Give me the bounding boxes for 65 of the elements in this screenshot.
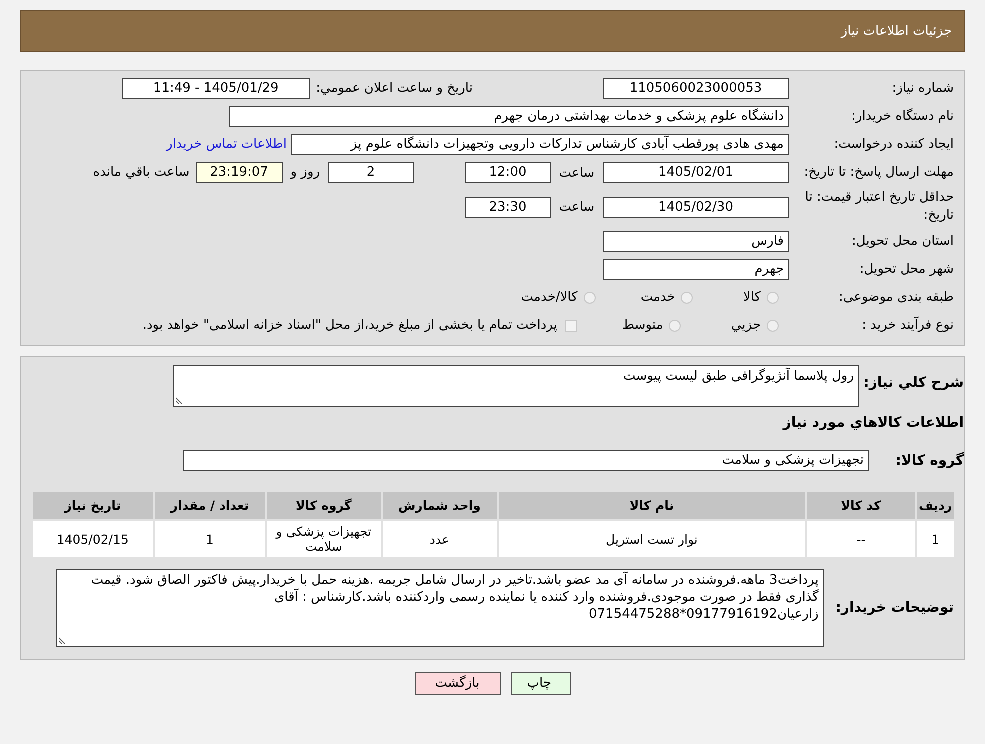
field-label: شماره نیاز: xyxy=(891,80,954,98)
item-group-field[interactable]: تجهیزات پزشکی و سلامت xyxy=(183,450,869,471)
radio-button[interactable] xyxy=(681,292,694,304)
option-label: جزيي xyxy=(731,318,761,333)
date-field[interactable]: 1405/02/01 xyxy=(603,162,789,183)
announce-date-field[interactable]: 1405/01/29 - 11:49 xyxy=(122,78,310,99)
field-label: استان محل تحویل: xyxy=(851,232,954,250)
column-header: گروه کالا xyxy=(266,491,382,520)
field-label: نوع فرآیند خرید : xyxy=(861,316,954,334)
option-label: کالا xyxy=(743,290,761,305)
radio-button[interactable] xyxy=(669,320,682,332)
field-label: شرح کلي نیاز: xyxy=(862,375,964,391)
option-label: کالا/خدمت xyxy=(521,290,578,305)
requester-field[interactable]: مهدی هادی پورقطب آبادی کارشناس تدارکات دارویی وتجهیزات دانشگاه علوم پز xyxy=(291,134,789,155)
remaining-time-field: 23:19:07 xyxy=(196,162,283,183)
field-label: ساعت باقي مانده xyxy=(93,165,190,180)
city-field[interactable]: جهرم xyxy=(603,259,789,280)
table-cell: تجهیزات پزشکی و سلامت xyxy=(266,520,382,558)
buyer-contact-link[interactable]: اطلاعات تماس خریدار xyxy=(166,137,287,152)
column-header: ردیف xyxy=(916,491,955,520)
resize-grip-icon[interactable] xyxy=(176,397,183,404)
time-field[interactable]: 23:30 xyxy=(465,196,551,218)
option-label: خدمت xyxy=(640,290,676,305)
field-label: حداقل تاریخ اعتبار قیمت: تا تاریخ: xyxy=(804,189,954,225)
table-cell: 1 xyxy=(154,520,266,558)
field-label: ایجاد کننده درخواست: xyxy=(833,136,954,154)
resize-grip-icon[interactable] xyxy=(58,637,66,644)
option-label: متوسط xyxy=(622,318,664,333)
table-cell: 1 xyxy=(916,520,955,558)
table-cell: 1405/02/15 xyxy=(32,520,154,558)
payment-note: پرداخت تمام یا بخشی از مبلغ خرید،از محل "اسناد خزانه اسلامی" خواهد بود. xyxy=(142,318,558,333)
back-button[interactable]: بازگشت xyxy=(414,672,500,695)
field-label: طبقه بندی موضوعی: xyxy=(838,288,954,306)
section-title: اطلاعات کالاهاي مورد نیاز xyxy=(782,415,964,431)
radio-button[interactable] xyxy=(584,292,596,304)
table-cell: نوار تست استریل xyxy=(498,520,806,558)
checkbox[interactable] xyxy=(565,320,578,332)
column-header: واحد شمارش xyxy=(382,491,498,520)
days-field[interactable]: 2 xyxy=(328,162,414,183)
buyer-org-field[interactable]: دانشگاه علوم پزشکی و خدمات بهداشتی درمان جهرم xyxy=(229,106,789,127)
table-cell: عدد xyxy=(382,520,498,558)
column-header: تاریخ نیاز xyxy=(32,491,154,520)
field-label: توضیحات خریدار: xyxy=(836,600,954,616)
field-label: روز و xyxy=(290,165,320,180)
column-header: کد کالا xyxy=(806,491,916,520)
field-label: گروه کالا: xyxy=(894,452,964,468)
buyer-notes-field[interactable]: پرداخت3 ماهه.فروشنده در سامانه آی مد عضو باشد.تاخیر در ارسال شامل جریمه .هزینه حمل با خریدار.پیش فاکتور الصاق شود. قیمت گذاری فقط در صورت موجودی.فروشنده وارد کننده یا نماینده رسمی واردکننده باشد.کارشناس : آقای زارعیان09177916192*07154475288 xyxy=(56,569,824,647)
field-label: تاریخ و ساعت اعلان عمومي: xyxy=(316,81,473,96)
field-label: شهر محل تحویل: xyxy=(858,260,954,278)
table-cell: -- xyxy=(806,520,916,558)
field-label: نام دستگاه خریدار: xyxy=(850,108,954,126)
time-field[interactable]: 12:00 xyxy=(465,162,551,183)
province-field[interactable]: فارس xyxy=(603,231,789,252)
page-title: جزئیات اطلاعات نیاز xyxy=(841,24,952,38)
field-label: ساعت xyxy=(559,166,595,180)
radio-button[interactable] xyxy=(767,292,779,304)
print-button[interactable]: چاپ xyxy=(510,672,570,695)
column-header: تعداد / مقدار xyxy=(154,491,266,520)
field-label: ساعت xyxy=(559,200,595,215)
date-field[interactable]: 1405/02/30 xyxy=(603,196,789,218)
column-header: نام کالا xyxy=(498,491,806,520)
field-label: مهلت ارسال پاسخ: تا تاریخ: xyxy=(803,164,954,182)
summary-field[interactable]: رول پلاسما آنژیوگرافی طبق لیست پیوست xyxy=(173,365,859,407)
need-number-field[interactable]: 1105060023000053 xyxy=(603,78,789,99)
radio-button[interactable] xyxy=(767,320,779,332)
